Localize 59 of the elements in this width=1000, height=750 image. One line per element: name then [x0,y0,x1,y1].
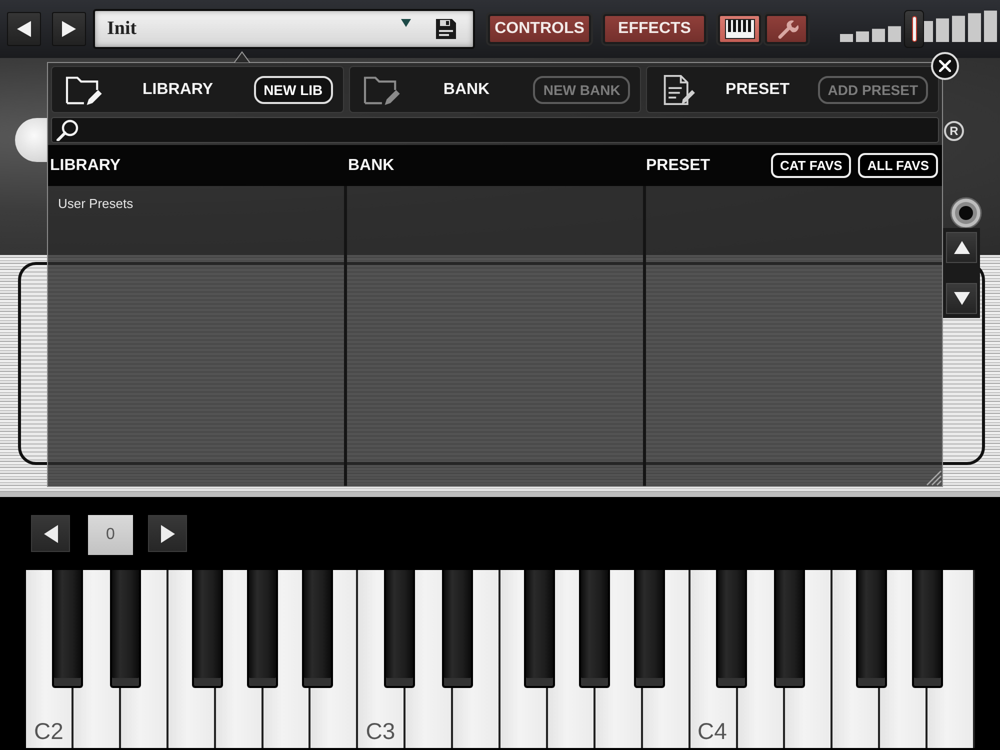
save-icon[interactable] [435,18,457,40]
key-label: C4 [698,718,727,744]
piano-key[interactable] [774,570,806,688]
mode-tab[interactable]: CONTROLS [488,14,591,44]
settings-button[interactable] [765,14,808,44]
preset-name: Init [107,16,137,41]
down-arrow-icon [954,292,970,305]
piano-key[interactable] [442,570,474,688]
column-header: BANK [348,156,394,176]
section-title: LIBRARY [142,80,214,100]
section-title: PRESET [724,80,791,100]
preset-field[interactable]: Init [93,9,475,49]
volume-slider[interactable] [838,10,1000,48]
up-arrow-icon [954,241,970,254]
piano-key[interactable] [912,570,943,688]
piano-key[interactable] [247,570,278,688]
left-arrow-icon [17,21,31,37]
close-icon [939,60,951,72]
column-header: PRESET [646,156,710,176]
scroll-down-button[interactable] [946,283,977,314]
piano-key[interactable] [524,570,555,688]
favorites-filter-button[interactable]: ALL FAVS [858,153,938,178]
piano-key[interactable] [856,570,888,688]
search-field[interactable] [51,117,939,143]
dropdown-triangle-icon[interactable] [401,19,411,27]
scroll-up-button[interactable] [946,232,977,263]
piano-key[interactable] [634,570,665,688]
previous-preset-button[interactable] [7,12,41,46]
right-arrow-icon [160,524,174,542]
right-arrow-icon [62,21,76,37]
search-icon [56,119,80,141]
audio-jack-icon [950,197,982,229]
octave-display: 0 [88,515,133,555]
piano-keyboard[interactable]: C2 C3 C4 [26,570,975,748]
octave-up-button[interactable] [148,515,187,552]
keyboard-view-button[interactable] [718,14,761,44]
key-label: C2 [34,718,64,744]
folder-edit-icon [64,74,102,106]
octave-down-button[interactable] [31,515,70,552]
piano-key[interactable] [579,570,610,688]
piano-keys-icon [724,19,754,39]
column-header: LIBRARY [50,156,121,176]
piano-key[interactable] [192,570,224,688]
key-label: C3 [366,718,396,744]
section-title: BANK [442,80,491,100]
favorites-filter-button[interactable]: CAT FAVS [771,153,852,178]
resize-grip-icon[interactable] [924,468,942,486]
folder-edit-icon [362,74,400,106]
left-arrow-icon [44,524,58,542]
volume-handle[interactable] [904,10,924,48]
piano-key[interactable] [302,570,333,688]
new-library-button[interactable]: NEW LIB [254,76,333,104]
next-preset-button[interactable] [52,12,86,46]
piano-key[interactable] [52,570,83,688]
mode-tab[interactable]: EFFECTS [603,14,706,44]
list-item[interactable]: User Presets [48,188,344,220]
piano-key[interactable] [384,570,415,688]
piano-key[interactable] [110,570,142,688]
piano-key[interactable] [716,570,747,688]
